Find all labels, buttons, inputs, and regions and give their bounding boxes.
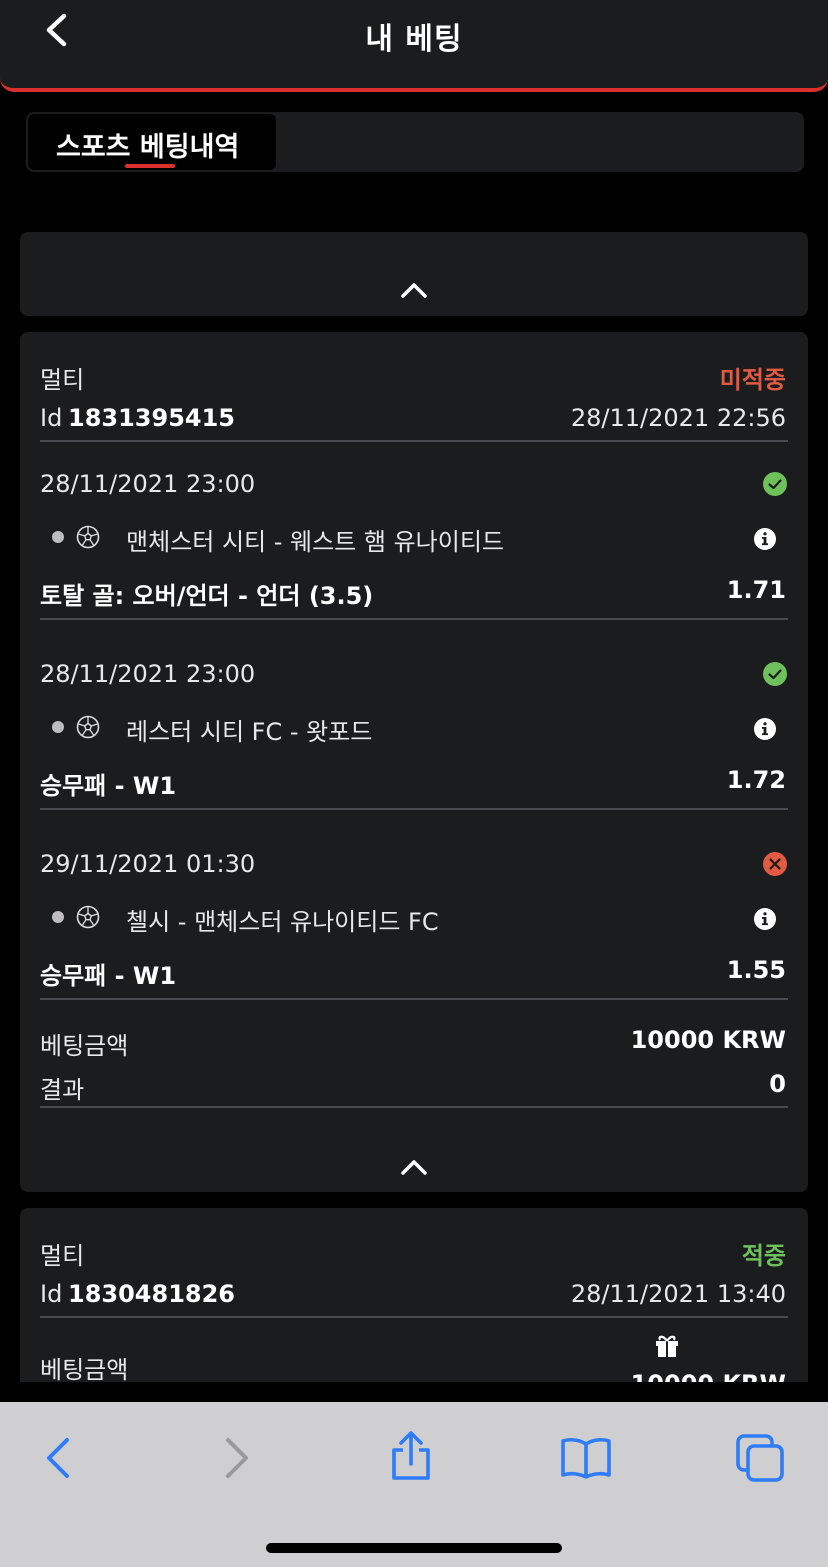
divider <box>40 808 788 810</box>
bullet-dot <box>52 911 64 923</box>
gift-icon <box>656 1335 678 1357</box>
home-indicator <box>266 1543 562 1553</box>
selection-match: 첼시 - 맨체스터 유나이티드 FC <box>126 908 439 936</box>
selection-odds: 1.71 <box>726 576 786 604</box>
bullet-dot <box>52 721 64 733</box>
selection-match: 맨체스터 시티 - 웨스트 햄 유나이티드 <box>126 528 505 556</box>
soccer-ball-icon <box>76 715 100 739</box>
bet-status: 미적중 <box>719 366 786 394</box>
stake-label: 베팅금액 <box>40 1032 129 1060</box>
bet-type: 멀티 <box>40 1242 85 1270</box>
tab-label: 스포츠 베팅내역 <box>56 132 240 163</box>
tab-bar: 스포츠 베팅내역 <box>26 112 804 172</box>
selection-odds: 1.55 <box>726 956 786 984</box>
stake-label: 베팅금액 <box>40 1356 129 1382</box>
bet-card: 멀티 미적중 Id 1831395415 28/11/2021 22:56 28… <box>20 332 808 1192</box>
selection-market: 승무패 - W1 <box>40 772 177 800</box>
selection-match: 레스터 시티 FC - 왓포드 <box>126 718 373 746</box>
divider <box>40 618 788 620</box>
bet-id-prefix: Id <box>40 404 63 432</box>
selection-date: 28/11/2021 23:00 <box>40 470 256 498</box>
soccer-ball-icon <box>76 525 100 549</box>
bet-datetime: 28/11/2021 13:40 <box>570 1280 786 1308</box>
check-circle-icon <box>763 662 787 686</box>
bet-id: 1831395415 <box>68 404 235 432</box>
chevron-up-icon[interactable] <box>399 1157 429 1177</box>
stake-value: 10000 KRW <box>630 1026 786 1054</box>
collapsed-bet-card <box>20 232 808 316</box>
info-icon[interactable] <box>753 907 777 931</box>
share-icon[interactable] <box>383 1430 439 1486</box>
bullet-dot <box>52 531 64 543</box>
x-circle-icon <box>763 852 787 876</box>
bet-status: 적중 <box>741 1242 786 1270</box>
bet-id: 1830481826 <box>68 1280 235 1308</box>
selection-market: 승무패 - W1 <box>40 962 177 990</box>
info-icon[interactable] <box>753 717 777 741</box>
bookmarks-icon[interactable] <box>558 1430 614 1486</box>
selection-date: 29/11/2021 01:30 <box>40 850 256 878</box>
page-title: 내 베팅 <box>365 22 463 57</box>
result-label: 결과 <box>40 1076 85 1104</box>
soccer-ball-icon <box>76 905 100 929</box>
browser-back-icon[interactable] <box>31 1430 87 1486</box>
bet-datetime: 28/11/2021 22:56 <box>570 404 786 432</box>
selection-odds: 1.72 <box>726 766 786 794</box>
stake-value: 10000 KRW <box>631 1370 786 1382</box>
result-value: 0 <box>769 1070 786 1098</box>
app-header: 내 베팅 <box>0 0 828 92</box>
tab-sports-bet-history[interactable]: 스포츠 베팅내역 <box>28 114 276 170</box>
tab-active-indicator <box>125 164 175 168</box>
tabs-icon[interactable] <box>733 1430 789 1486</box>
browser-toolbar <box>0 1402 828 1567</box>
selection-market: 토탈 골: 오버/언더 - 언더 (3.5) <box>40 582 374 610</box>
divider <box>40 1106 788 1108</box>
bet-id-prefix: Id <box>40 1280 63 1308</box>
browser-forward-icon[interactable] <box>208 1430 264 1486</box>
info-icon[interactable] <box>753 527 777 551</box>
divider <box>40 1316 788 1318</box>
divider <box>40 440 788 442</box>
check-circle-icon <box>763 472 787 496</box>
chevron-up-icon[interactable] <box>399 280 429 300</box>
divider <box>40 998 788 1000</box>
selection-date: 28/11/2021 23:00 <box>40 660 256 688</box>
bet-card: 멀티 적중 Id 1830481826 28/11/2021 13:40 베팅금… <box>20 1208 808 1382</box>
bet-type: 멀티 <box>40 366 85 394</box>
